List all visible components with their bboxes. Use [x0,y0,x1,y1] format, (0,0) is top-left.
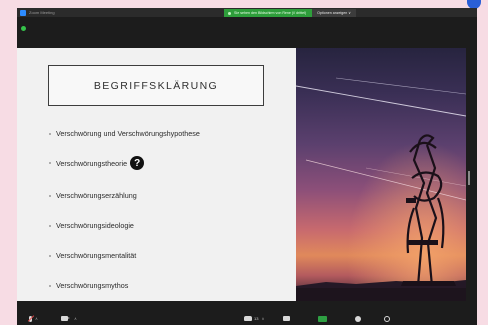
list-item-text: Verschwörungsideologie [56,221,134,230]
shared-slide: BEGRIFFSKLÄRUNG Verschwörung und Verschw… [17,48,466,301]
chat-button[interactable] [283,314,290,323]
record-icon [355,315,361,322]
share-status-dot-icon [228,11,231,15]
photo-illustration [295,48,466,301]
list-item: Verschwörungsideologie [49,221,134,230]
list-item: Verschwörungstheorie ? [49,156,145,170]
list-item: Verschwörungsmythos [49,281,128,290]
panel-resize-handle[interactable] [468,171,470,185]
mic-muted-icon [29,315,32,322]
reactions-button[interactable] [384,314,390,323]
list-item-text: Verschwörungsmentalität [56,251,137,260]
list-item-text: Verschwörungstheorie [56,158,128,168]
mute-button[interactable]: ∧ [29,314,38,323]
chevron-up-icon[interactable]: ∧ [261,316,264,321]
record-button[interactable] [355,314,361,323]
bullet-dot [49,194,51,197]
meeting-toolbar: ∧ ∧ 13 ∧ [17,312,477,325]
list-item: Verschwörungserzählung [49,191,137,200]
bullet-dot [49,132,51,135]
window-title: Zoom Meeting [29,10,55,15]
chevron-up-icon[interactable]: ∧ [35,316,38,321]
share-status-text: Sie sehen den Bildschirm von Rene (// dr… [234,11,307,15]
list-item: Verschwörung und Verschwörungshypothese [49,129,200,138]
list-item-text: Verschwörungserzählung [56,191,137,200]
slide-title-box: BEGRIFFSKLÄRUNG [48,65,264,106]
share-screen-icon [318,315,327,322]
participants-button[interactable]: 13 ∧ [244,314,264,323]
bullet-dot [49,284,51,287]
slide-text-panel: BEGRIFFSKLÄRUNG Verschwörung und Verschw… [17,48,296,301]
sunset-tower-photo [295,48,466,301]
list-item-text: Verschwörungsmythos [56,281,129,290]
camera-icon [61,316,70,321]
participants-icon [244,316,252,321]
list-item: Verschwörungsmentalität [49,251,136,260]
participants-count: 13 [254,316,259,321]
slide-title: BEGRIFFSKLÄRUNG [93,79,219,92]
list-item-text: Verschwörung und Verschwörungshypothese [56,129,200,138]
bullet-dot [49,224,51,227]
screen-share-bar: Sie sehen den Bildschirm von Rene (// dr… [224,9,356,17]
share-screen-button[interactable] [318,314,327,323]
reactions-icon [384,315,390,322]
share-status-banner: Sie sehen den Bildschirm von Rene (// dr… [224,9,313,17]
question-mark-icon[interactable]: ? [130,156,145,170]
bullet-dot [49,254,51,257]
chat-icon [283,316,290,321]
bullet-dot [49,162,51,164]
connection-status-icon [21,26,26,31]
video-button[interactable]: ∧ [61,314,77,323]
zoom-app-icon [20,9,26,16]
chevron-up-icon[interactable]: ∧ [74,316,77,321]
zoom-window: Zoom Meeting Sie sehen den Bildschirm vo… [17,8,477,325]
view-options-button[interactable]: Optionen anzeigen ∨ [312,9,356,17]
